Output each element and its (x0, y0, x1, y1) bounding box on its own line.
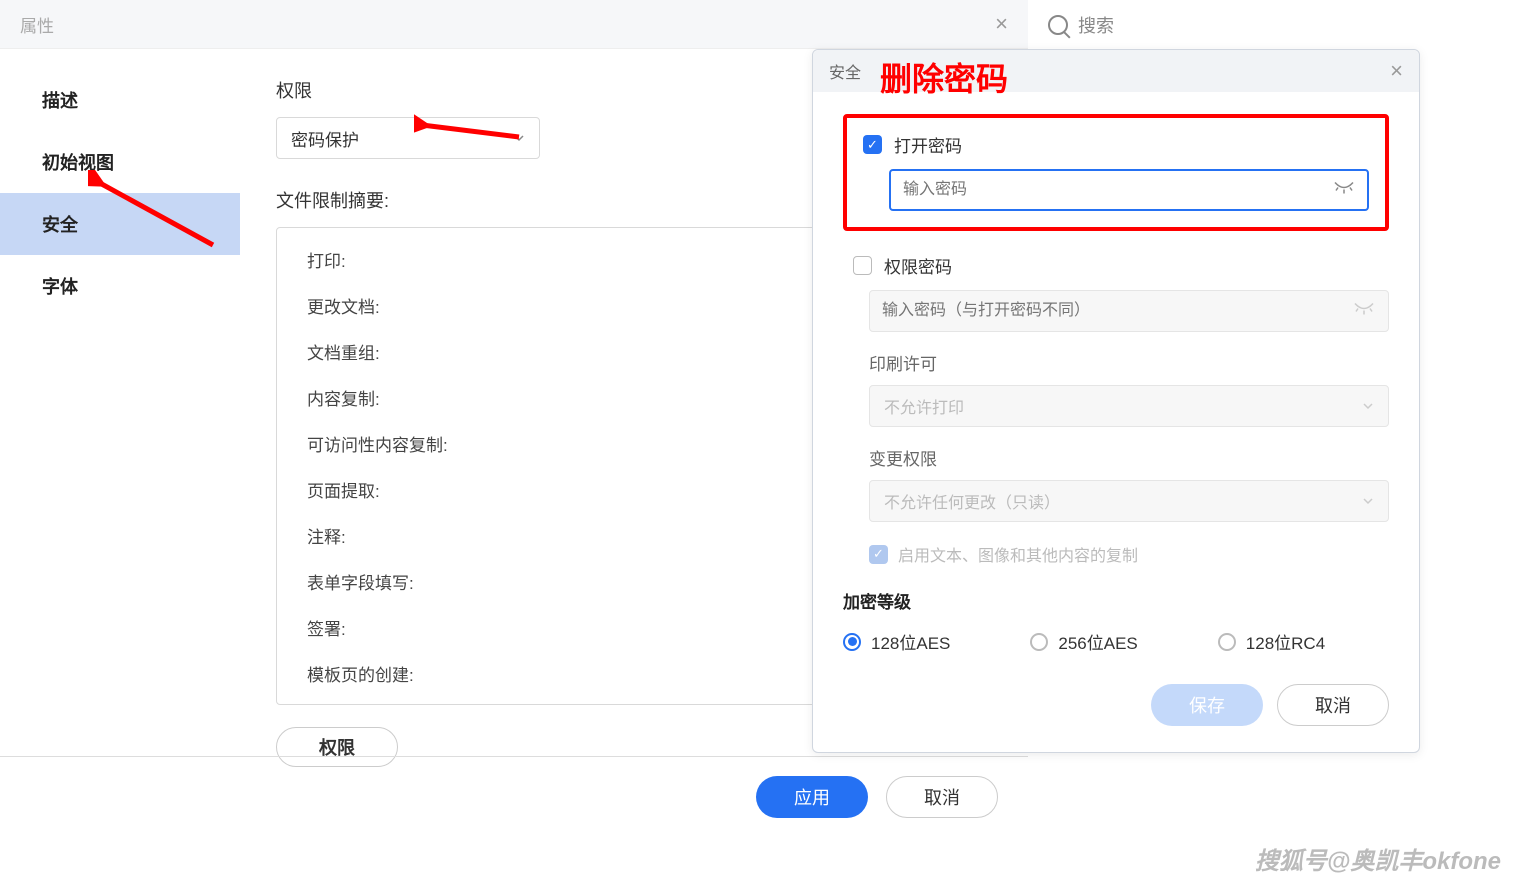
change-permission-select: 不允许任何更改（只读） (869, 480, 1389, 522)
change-permission-value: 不允许任何更改（只读） (884, 489, 1060, 513)
permission-password-section: 权限密码 印刷许可 不允许打印 变更权限 不允许任何更改（只读） (853, 253, 1389, 566)
open-password-row: ✓ 打开密码 (863, 132, 1369, 157)
sidebar: 描述 初始视图 安全 字体 (0, 49, 240, 756)
perm-password-checkbox[interactable] (853, 256, 872, 275)
chevron-down-icon (1362, 400, 1374, 412)
copy-content-label: 启用文本、图像和其他内容的复制 (898, 542, 1138, 566)
search-placeholder: 搜索 (1078, 12, 1114, 38)
encryption-option-128aes[interactable]: 128位AES (843, 629, 950, 654)
perm-password-row: 权限密码 (853, 253, 1389, 278)
open-password-input-wrap (889, 169, 1369, 211)
security-footer: 保存 取消 (843, 684, 1389, 726)
copy-content-row: ✓ 启用文本、图像和其他内容的复制 (869, 542, 1389, 566)
radio-icon (843, 633, 861, 651)
open-password-checkbox[interactable]: ✓ (863, 135, 882, 154)
close-icon[interactable]: × (1390, 58, 1403, 84)
encryption-option-256aes[interactable]: 256位AES (1030, 629, 1137, 654)
highlighted-section: ✓ 打开密码 (843, 114, 1389, 231)
encryption-title: 加密等级 (843, 588, 1389, 613)
perm-password-input-wrap (869, 290, 1389, 332)
security-panel: 安全 × ✓ 打开密码 权限密码 (812, 49, 1420, 753)
encryption-option-128rc4[interactable]: 128位RC4 (1218, 629, 1325, 654)
encryption-options: 128位AES 256位AES 128位RC4 (843, 629, 1389, 654)
perm-password-input (869, 290, 1389, 332)
print-permission-label: 印刷许可 (869, 350, 1389, 375)
watermark: 搜狐号@奥凯丰okfone (1255, 841, 1501, 876)
save-button: 保存 (1151, 684, 1263, 726)
chevron-down-icon (1362, 495, 1374, 507)
top-bar: 搜索 (1028, 0, 1519, 49)
eye-closed-icon[interactable] (1333, 181, 1355, 200)
dialog-header: 属性 × (0, 0, 1028, 49)
encryption-section: 加密等级 128位AES 256位AES 128位RC4 (843, 588, 1389, 654)
radio-icon (1218, 633, 1236, 651)
apply-button[interactable]: 应用 (756, 776, 868, 818)
open-password-input[interactable] (889, 169, 1369, 211)
print-permission-value: 不允许打印 (884, 394, 964, 418)
change-permission-label: 变更权限 (869, 445, 1389, 470)
select-value: 密码保护 (291, 126, 359, 151)
eye-closed-icon (1353, 302, 1375, 321)
copy-content-checkbox: ✓ (869, 545, 888, 564)
search-box[interactable]: 搜索 (1048, 12, 1114, 38)
arrow-annotation (88, 170, 218, 250)
open-password-label: 打开密码 (894, 132, 962, 157)
sidebar-item-description[interactable]: 描述 (0, 69, 240, 131)
perm-password-label: 权限密码 (884, 253, 952, 278)
arrow-annotation (414, 112, 524, 142)
dialog-title: 属性 (20, 12, 54, 37)
sidebar-item-fonts[interactable]: 字体 (0, 255, 240, 317)
close-icon[interactable]: × (995, 11, 1008, 37)
print-permission-select: 不允许打印 (869, 385, 1389, 427)
annotation-text: 删除密码 (880, 54, 1008, 100)
cancel-button[interactable]: 取消 (886, 776, 998, 818)
search-icon (1048, 15, 1068, 35)
security-title: 安全 (829, 59, 861, 83)
radio-icon (1030, 633, 1048, 651)
cancel-button[interactable]: 取消 (1277, 684, 1389, 726)
dialog-footer: 应用 取消 (0, 756, 1028, 836)
